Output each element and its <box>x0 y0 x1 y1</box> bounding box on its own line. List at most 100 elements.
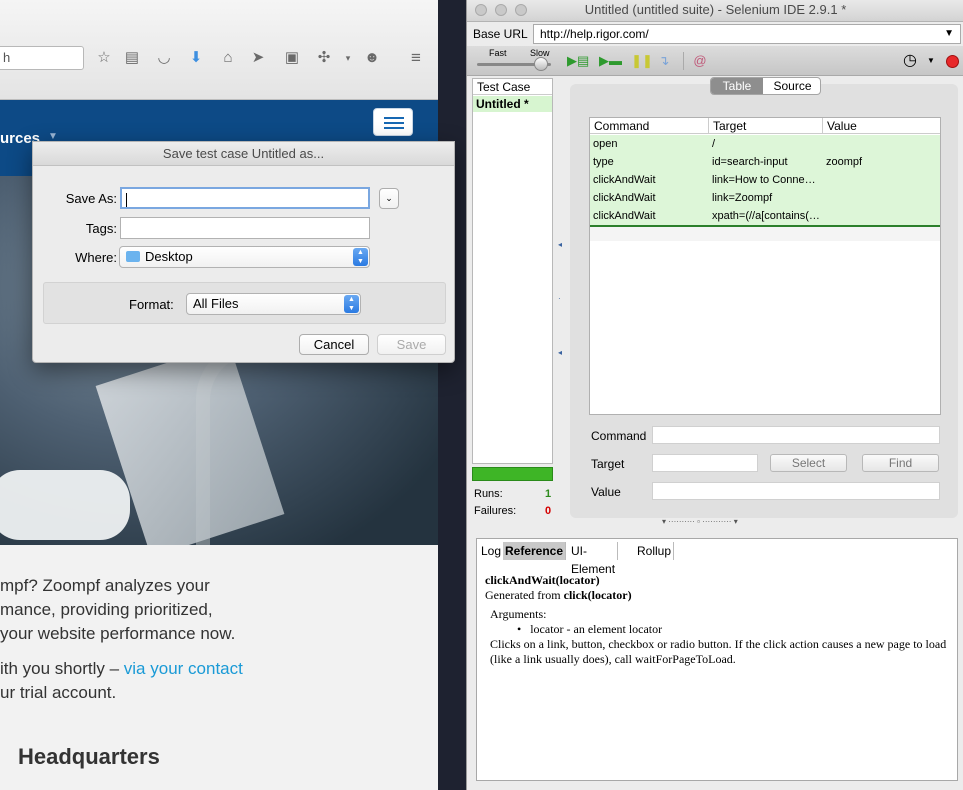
where-label: Where: <box>75 250 117 265</box>
rollup-icon[interactable]: @ <box>689 53 711 69</box>
table-row[interactable]: clickAndWait link=Zoompf <box>590 189 940 207</box>
tab-log[interactable]: Log <box>479 542 505 560</box>
contact-text: ith you shortly – <box>0 659 124 678</box>
base-url-input[interactable]: http://help.rigor.com/ ▼ <box>533 24 961 44</box>
contact-link[interactable]: via your contact <box>124 659 243 678</box>
tab-reference[interactable]: Reference <box>503 542 567 560</box>
play-suite-icon[interactable]: ▶▤ <box>567 53 589 69</box>
ide-title: Untitled (untitled suite) - Selenium IDE… <box>584 2 847 17</box>
target-label: Target <box>591 457 625 471</box>
stepper-icon: ▲ ▼ <box>353 248 368 266</box>
test-case-panel: Test Case Untitled * <box>472 78 553 464</box>
selenium-ide-window: Untitled (untitled suite) - Selenium IDE… <box>466 0 963 790</box>
base-url-label: Base URL <box>473 27 528 41</box>
save-as-input[interactable] <box>120 187 370 209</box>
table-row[interactable]: type id=search-input zoompf <box>590 153 940 171</box>
test-case-item[interactable]: Untitled * <box>473 96 552 112</box>
download-icon[interactable]: ⬇ <box>186 48 206 68</box>
failures-count: 0 <box>545 505 552 517</box>
pause-icon[interactable]: ❚❚ <box>631 53 653 69</box>
step-icon[interactable]: ↴ <box>653 53 675 69</box>
body-text-line: mpf? Zoompf analyzes your <box>0 576 210 595</box>
home-icon[interactable]: ⌂ <box>218 48 238 68</box>
format-label: Format: <box>129 297 174 312</box>
menu-icon[interactable]: ≡ <box>406 48 426 68</box>
chat-icon[interactable]: ☻ <box>362 48 382 68</box>
chevron-down-icon[interactable]: ▼ <box>920 53 942 69</box>
reference-content: clickAndWait(locator) Generated from cli… <box>485 573 953 667</box>
ref-signature: clickAndWait(locator) <box>485 573 600 587</box>
cell-command: type <box>593 156 614 168</box>
target-input[interactable] <box>652 454 758 472</box>
side-splitter-handle[interactable]: ◂ · ◂ <box>558 240 562 357</box>
minimize-window-icon[interactable] <box>495 4 507 16</box>
value-input[interactable] <box>652 482 940 500</box>
cell-value <box>823 171 940 189</box>
contact-line: ith you shortly – via your contact <box>0 659 243 679</box>
value-label: Value <box>591 485 621 499</box>
cell-value <box>823 207 940 225</box>
command-label: Command <box>591 429 647 443</box>
play-test-icon[interactable]: ▶▬ <box>599 53 622 69</box>
run-progress-bar <box>472 467 553 481</box>
table-row[interactable]: clickAndWait link=How to Conne… <box>590 171 940 189</box>
screenshot-icon[interactable]: ▣ <box>282 48 302 68</box>
send-icon[interactable]: ➤ <box>248 48 268 68</box>
tab-ui-element[interactable]: UI-Element <box>569 542 619 576</box>
cell-command: clickAndWait <box>593 192 656 204</box>
record-button[interactable] <box>946 55 959 68</box>
test-case-header: Test Case <box>473 79 552 95</box>
zoom-window-icon[interactable] <box>515 4 527 16</box>
dialog-title: Save test case Untitled as... <box>33 142 454 166</box>
bookmark-star-icon[interactable]: ☆ <box>94 48 114 68</box>
command-input[interactable] <box>652 426 940 444</box>
editor-panel: Table Source Command Target Value open /… <box>570 77 958 518</box>
folder-icon <box>126 251 140 262</box>
dropdown-arrow-icon[interactable]: ▼ <box>944 25 954 43</box>
view-toggle: Table Source <box>710 77 821 95</box>
cell-command: clickAndWait <box>593 210 656 222</box>
body-text-line: your website performance now. <box>0 624 236 643</box>
cell-command: clickAndWait <box>593 174 656 186</box>
runs-label: Runs: <box>474 488 503 500</box>
table-row[interactable]: open / <box>590 135 940 153</box>
reading-list-icon[interactable]: ▤ <box>122 48 142 68</box>
empty-row[interactable] <box>590 227 940 241</box>
schedule-clock-icon[interactable]: ◷ <box>899 53 921 69</box>
cell-value: zoompf <box>826 156 863 168</box>
trial-text: ur trial account. <box>0 683 117 702</box>
browser-search-input[interactable]: h <box>0 46 84 70</box>
tab-source[interactable]: Source <box>764 78 820 94</box>
chevron-down-icon[interactable]: ▾ <box>338 48 358 68</box>
column-header-command[interactable]: Command <box>590 118 709 134</box>
extension-icon[interactable]: ✣ <box>314 48 334 68</box>
where-select[interactable]: Desktop ▲ ▼ <box>119 246 370 268</box>
horizontal-splitter-handle[interactable]: ▾ ·········· ▫ ··········· ▾ <box>662 517 738 526</box>
ide-title-bar: Untitled (untitled suite) - Selenium IDE… <box>467 0 963 22</box>
column-header-target[interactable]: Target <box>709 118 823 134</box>
find-button[interactable]: Find <box>862 454 939 472</box>
ref-argument-item: • locator - an element locator <box>517 622 663 636</box>
speed-fast-label: Fast <box>489 48 507 58</box>
save-button[interactable]: Save <box>377 334 446 355</box>
expand-dialog-button[interactable]: ⌄ <box>379 188 399 209</box>
tab-rollup[interactable]: Rollup <box>635 542 675 560</box>
tab-table[interactable]: Table <box>711 78 763 94</box>
tags-input[interactable] <box>120 217 370 239</box>
body-text-line: mance, providing prioritized, <box>0 600 213 619</box>
close-window-icon[interactable] <box>475 4 487 16</box>
hamburger-icon <box>384 117 404 119</box>
column-header-value[interactable]: Value <box>823 118 940 134</box>
runs-count: 1 <box>545 488 552 500</box>
ide-toolbar: Fast Slow ▶▤ ▶▬ ❚❚ ↴ @ ◷ ▼ <box>467 46 963 76</box>
cell-target: id=search-input <box>712 156 788 168</box>
pocket-icon[interactable]: ◡ <box>154 48 174 68</box>
select-button[interactable]: Select <box>770 454 847 472</box>
cell-target: link=How to Conne… <box>712 174 816 186</box>
table-row[interactable]: clickAndWait xpath=(//a[contains(… <box>590 207 940 225</box>
site-menu-button[interactable] <box>373 108 413 136</box>
cancel-button[interactable]: Cancel <box>299 334 369 355</box>
headquarters-heading: Headquarters <box>18 744 160 769</box>
format-select[interactable]: All Files ▲ ▼ <box>186 293 361 315</box>
speed-slider-handle[interactable] <box>534 57 548 71</box>
